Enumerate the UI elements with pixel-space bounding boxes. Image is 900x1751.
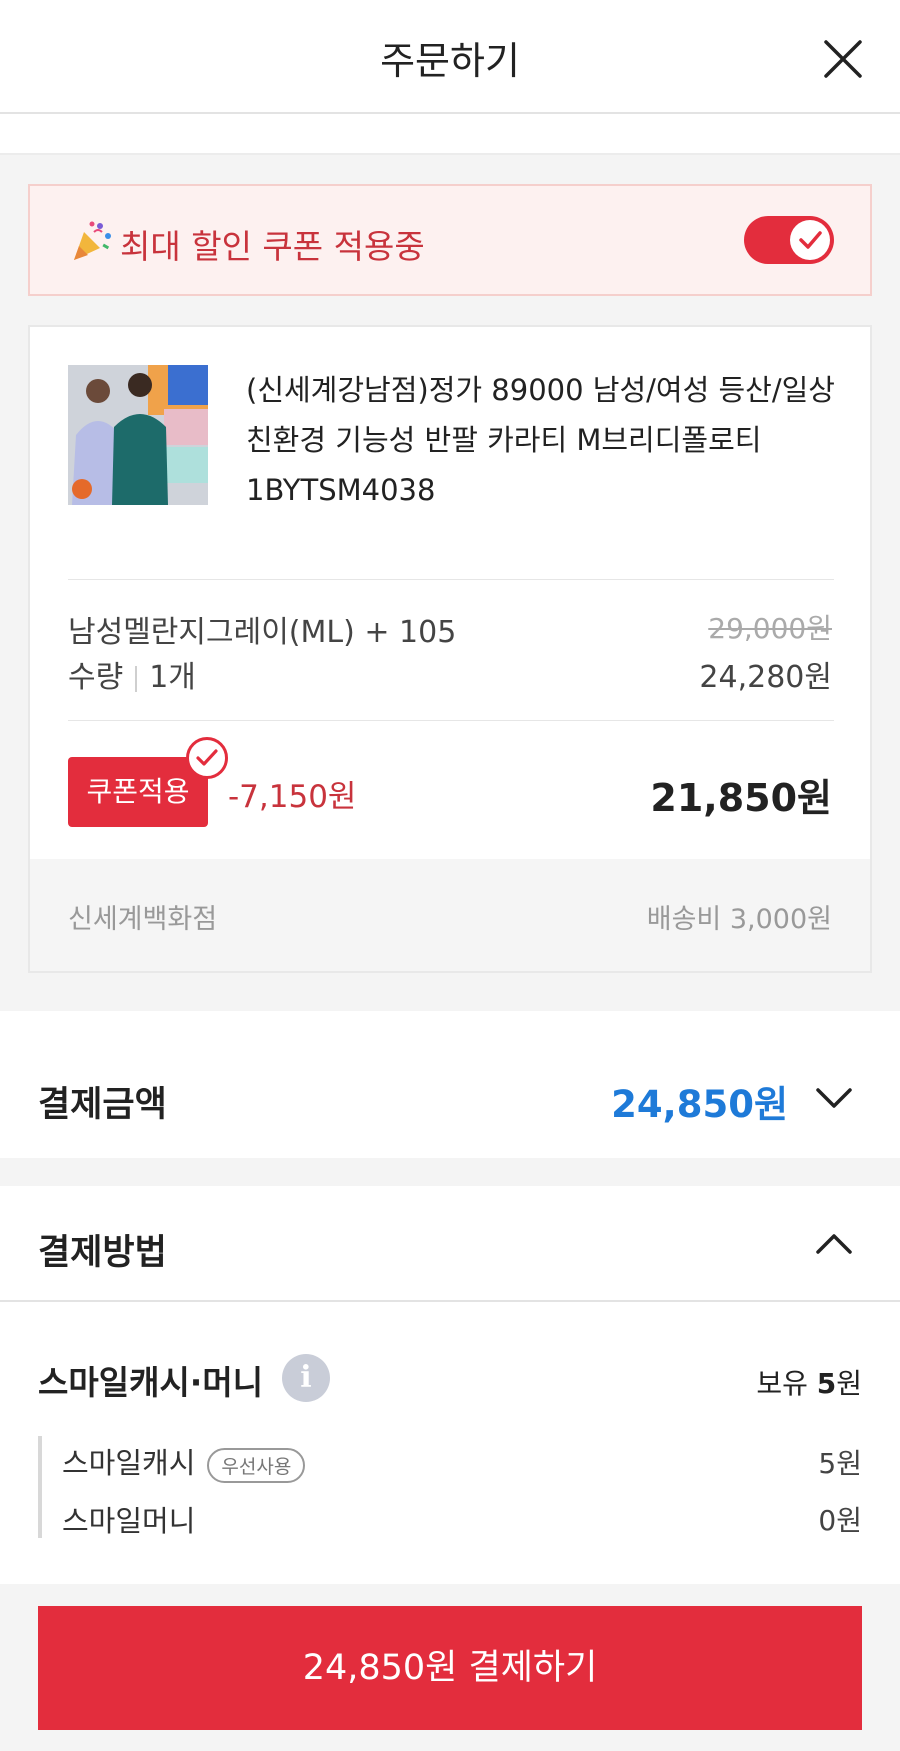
close-button[interactable] (818, 34, 868, 84)
chevron-down-icon[interactable] (812, 1076, 856, 1120)
close-icon (824, 40, 862, 78)
payment-amount-row[interactable]: 결제금액 24,850원 (0, 1038, 900, 1158)
quantity-row: 수량 1개 (68, 652, 196, 696)
payment-amount-value: 24,850원 (611, 1083, 788, 1126)
smile-cash-value: 5원 (818, 1447, 862, 1480)
check-icon (799, 231, 822, 249)
header: 주문하기 (0, 0, 900, 114)
seller-footer: 신세계백화점 배송비 3,000원 (30, 859, 870, 971)
product-image-icon (68, 365, 208, 505)
owned-suffix: 원 (836, 1367, 862, 1400)
quantity-label: 수량 (68, 660, 124, 695)
checkout-button[interactable]: 24,850원 결제하기 (38, 1606, 862, 1730)
owned-prefix: 보유 (756, 1367, 817, 1400)
chevron-up-icon[interactable] (812, 1222, 856, 1266)
checkout-bar: 24,850원 결제하기 (0, 1584, 900, 1751)
shipping-fee: 배송비 3,000원 (646, 904, 832, 935)
coupon-discount: -7,150원 (228, 779, 357, 815)
separator (135, 665, 138, 692)
list-item-label: 스마일캐시 (62, 1446, 196, 1480)
smile-cash-label: 스마일캐시 우선사용 (62, 1440, 306, 1483)
divider (68, 579, 834, 580)
final-price: 21,850원 (650, 776, 832, 820)
priority-badge: 우선사용 (207, 1447, 306, 1483)
original-price: 29,000원 (708, 612, 832, 645)
product-name[interactable]: (신세계강남점)정가 89000 남성/여성 등산/일상 친환경 기능성 반팔 … (246, 365, 846, 515)
max-coupon-banner: 최대 할인 쿠폰 적용중 (28, 184, 872, 296)
coupon-applied-badge (186, 737, 228, 779)
coupon-banner-text: 최대 할인 쿠폰 적용중 (120, 227, 425, 266)
party-popper-icon (74, 221, 111, 260)
coupon-toggle[interactable] (744, 216, 834, 264)
sub-list-bar (38, 1436, 42, 1538)
seller-name: 신세계백화점 (68, 904, 218, 935)
owned-balance: 보유 5원 (756, 1362, 862, 1402)
check-icon (196, 749, 218, 766)
product-thumbnail[interactable] (68, 365, 208, 505)
info-icon[interactable]: i (282, 1354, 330, 1402)
quantity-value: 1개 (149, 660, 196, 695)
smile-cash-title: 스마일캐시·머니 (38, 1363, 264, 1402)
payment-amount-label: 결제금액 (38, 1085, 167, 1125)
product-option: 남성멜란지그레이(ML) + 105 (68, 615, 457, 650)
payment-method-header[interactable]: 결제방법 (0, 1186, 900, 1302)
toggle-knob (790, 220, 830, 260)
owned-amount: 5 (816, 1367, 837, 1400)
smile-money-label: 스마일머니 (62, 1504, 196, 1538)
product-card: (신세계강남점)정가 89000 남성/여성 등산/일상 친환경 기능성 반팔 … (28, 325, 872, 973)
divider (68, 720, 834, 721)
coupon-apply-button[interactable]: 쿠폰적용 (68, 757, 208, 827)
payment-method-label: 결제방법 (38, 1233, 167, 1273)
section-gap (0, 1158, 900, 1186)
smile-money-value: 0원 (818, 1504, 862, 1537)
sale-price: 24,280원 (699, 660, 832, 695)
page-title: 주문하기 (380, 39, 520, 83)
